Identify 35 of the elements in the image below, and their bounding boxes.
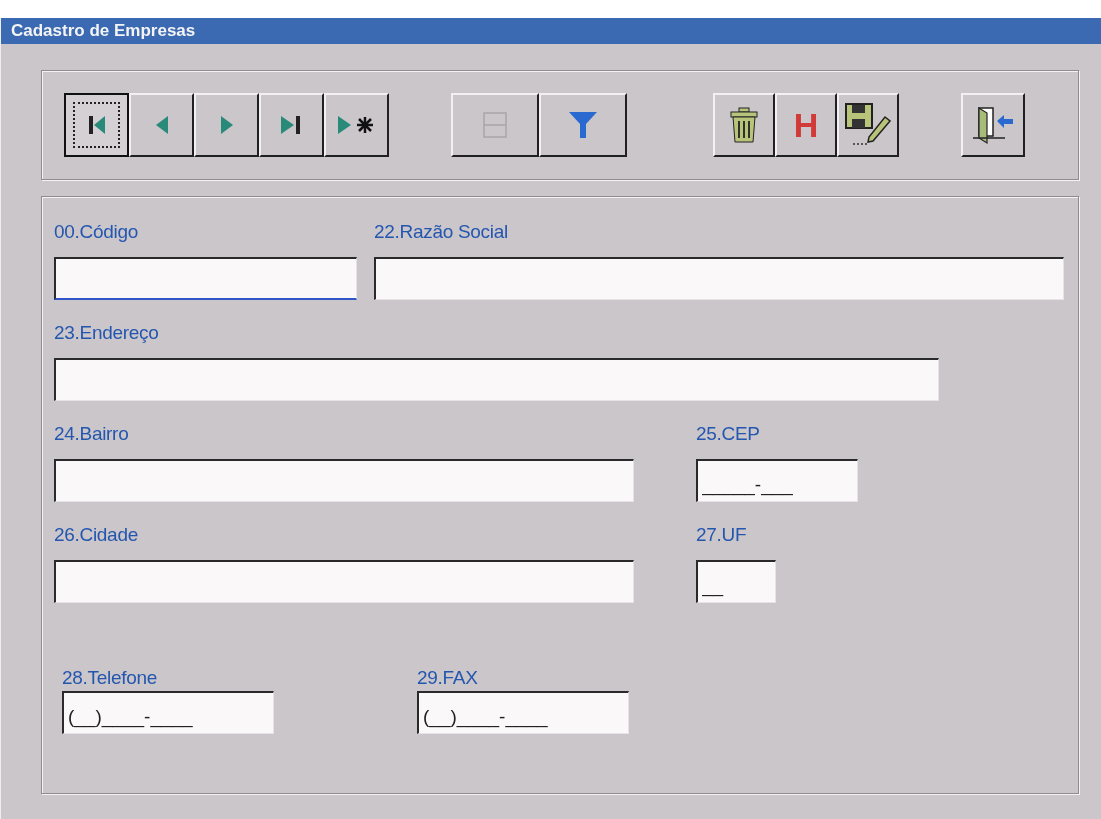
save-edit-icon — [845, 103, 891, 147]
input-field[interactable] — [374, 257, 1064, 300]
window-title: Cadastro de Empresas — [1, 18, 1101, 44]
new-record-button[interactable] — [324, 93, 389, 157]
field-label: 28.Telefone — [62, 667, 158, 689]
input-field[interactable] — [54, 257, 357, 300]
field-label: 25.CEP — [696, 423, 761, 445]
field-label: 22.Razão Social — [374, 221, 509, 243]
trash-icon — [730, 107, 758, 143]
field-label: 29.FAX — [417, 667, 479, 689]
exit-button[interactable] — [961, 93, 1025, 157]
first-record-button[interactable] — [64, 93, 129, 157]
field-label: 23.Endereço — [54, 322, 160, 344]
next-button[interactable] — [194, 93, 259, 157]
input-field[interactable]: _____-___ — [696, 459, 858, 502]
input-field[interactable] — [54, 459, 634, 502]
filter-button[interactable] — [539, 93, 627, 157]
field-label: 24.Bairro — [54, 423, 130, 445]
previous-icon — [154, 115, 169, 135]
save-edit-button[interactable] — [837, 93, 899, 157]
exit-door-icon — [971, 105, 1015, 145]
input-field[interactable] — [54, 560, 634, 603]
input-field[interactable]: __ — [696, 560, 776, 603]
input-field[interactable] — [54, 358, 939, 401]
field-label: 26.Cidade — [54, 524, 139, 546]
input-field[interactable]: (__)____-____ — [62, 691, 274, 734]
field-label: 27.UF — [696, 524, 748, 546]
next-icon — [219, 115, 234, 135]
last-record-button[interactable] — [259, 93, 324, 157]
delete-button[interactable] — [713, 93, 775, 157]
field-label: 00.Código — [54, 221, 139, 243]
previous-button[interactable] — [129, 93, 194, 157]
filter-icon — [568, 111, 598, 139]
form-view-icon — [483, 112, 507, 138]
input-field[interactable]: (__)____-____ — [417, 691, 629, 734]
